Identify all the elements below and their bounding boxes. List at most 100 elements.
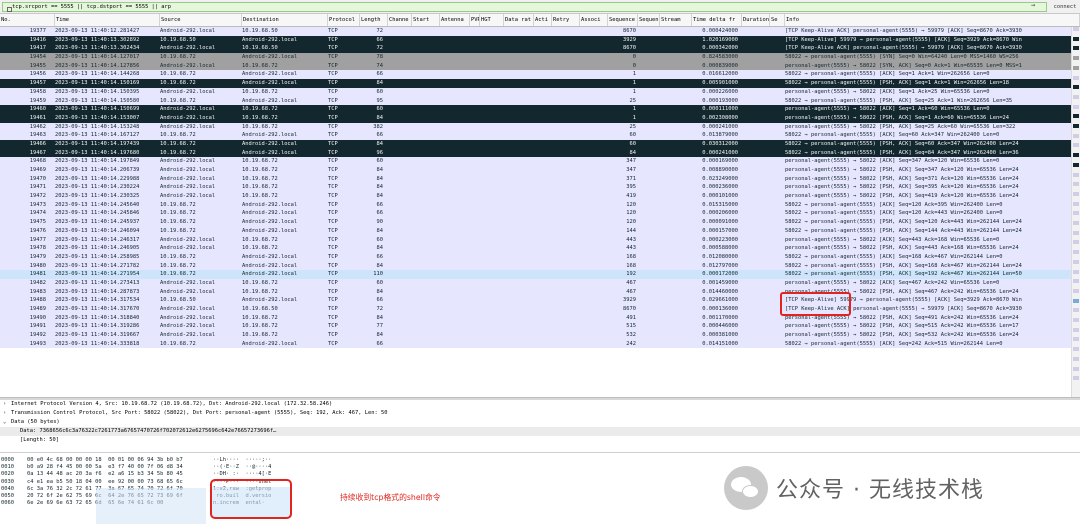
packet-time: 2023-09-13 11:40:14.167127 <box>55 132 140 139</box>
packet-list-scrollbar[interactable] <box>1071 27 1080 397</box>
packet-row[interactable]: 19475 2023-09-13 11:40:14.245937 10.19.68.… <box>0 218 1080 227</box>
column-header-17[interactable]: Stream <box>660 14 692 26</box>
packet-row[interactable]: 19467 2023-09-13 11:40:14.197680 10.19.68.… <box>0 148 1080 158</box>
packet-row[interactable]: 19480 2023-09-13 11:40:14.271782 10.19.68.… <box>0 261 1080 271</box>
scrollbar-mark <box>1073 347 1079 352</box>
column-header-13[interactable]: Retry <box>552 14 580 26</box>
packet-row[interactable]: 19471 2023-09-13 11:40:14.230224 Android-2… <box>0 183 1080 193</box>
packet-row[interactable]: 19460 2023-09-13 11:40:14.150699 Android-2… <box>0 105 1080 114</box>
packet-seq: 1 <box>632 71 636 78</box>
connect-button[interactable]: connect <box>1050 2 1080 12</box>
packet-row[interactable]: 19457 2023-09-13 11:40:14.150169 10.19.68.… <box>0 79 1080 88</box>
packet-no: 19468 <box>29 158 46 165</box>
packet-row[interactable]: 19459 2023-09-13 11:40:14.150580 10.19.68.… <box>0 96 1080 106</box>
packet-src: 10.19.68.72 <box>160 97 196 104</box>
column-header-1[interactable]: Time <box>55 14 160 26</box>
packet-row[interactable]: 19477 2023-09-13 11:40:14.246317 Android-2… <box>0 235 1080 245</box>
packet-row[interactable]: 19462 2023-09-13 11:40:14.153248 Android-2… <box>0 122 1080 132</box>
packet-row[interactable]: 19416 2023-09-13 11:40:13.302892 10.19.68.… <box>0 35 1080 45</box>
column-header-15[interactable]: Sequence <box>608 14 638 26</box>
column-header-9[interactable]: PVR <box>470 14 480 26</box>
packet-no: 19377 <box>29 28 46 34</box>
packet-len: 84 <box>376 262 384 269</box>
column-header-0[interactable]: No. <box>0 14 55 26</box>
packet-details-pane[interactable]: › Internet Protocol Version 4, Src: 10.19… <box>0 400 1080 448</box>
packet-row[interactable]: 19474 2023-09-13 11:40:14.245846 10.19.68.… <box>0 209 1080 219</box>
packet-row[interactable]: 19456 2023-09-13 11:40:14.144268 10.19.68.… <box>0 70 1080 80</box>
scrollbar-mark <box>1073 366 1079 371</box>
packet-row[interactable]: 19461 2023-09-13 11:40:14.153007 Android-2… <box>0 113 1080 123</box>
packet-row[interactable]: 19463 2023-09-13 11:40:14.167127 10.19.68.… <box>0 131 1080 140</box>
column-header-4[interactable]: Protocol <box>328 14 360 26</box>
packet-row[interactable]: 19377 2023-09-13 11:40:12.281427 Android-2… <box>0 27 1080 36</box>
detail-data-length[interactable]: [Length: 50] <box>0 436 1080 445</box>
packet-src: Android-292.local <box>160 158 216 165</box>
packet-row[interactable]: 19491 2023-09-13 11:40:14.319286 Android-2… <box>0 322 1080 332</box>
packet-len: 84 <box>376 332 384 339</box>
packet-len: 110 <box>373 271 383 278</box>
column-header-21[interactable]: Info <box>785 14 1080 26</box>
packet-row[interactable]: 19470 2023-09-13 11:40:14.229988 Android-2… <box>0 174 1080 184</box>
detail-ip[interactable]: › Internet Protocol Version 4, Src: 10.19… <box>0 400 1080 409</box>
packet-len: 66 <box>376 201 384 208</box>
packet-dst: Android-292.local <box>242 36 298 43</box>
packet-proto: TCP <box>328 271 338 278</box>
column-header-6[interactable]: Channe <box>388 14 412 26</box>
column-header-12[interactable]: Acti <box>534 14 552 26</box>
packet-delta: 0.001170000 <box>702 314 738 321</box>
packet-info: 58022 → personal-agent(5555) [PSH, ACK] … <box>785 219 1022 226</box>
bookmark-icon[interactable] <box>7 7 12 12</box>
packet-row[interactable]: 19482 2023-09-13 11:40:14.273413 Android-2… <box>0 278 1080 288</box>
packet-len: 90 <box>376 219 384 226</box>
column-header-16[interactable]: Sequence <box>638 14 660 26</box>
packet-row[interactable]: 19466 2023-09-13 11:40:14.197439 10.19.68.… <box>0 139 1080 149</box>
column-header-19[interactable]: Duration <box>742 14 770 26</box>
packet-row[interactable]: 19490 2023-09-13 11:40:14.318840 Android-2… <box>0 313 1080 323</box>
packet-row[interactable]: 19489 2023-09-13 11:40:14.317670 Android-2… <box>0 305 1080 314</box>
column-header-2[interactable]: Source <box>160 14 242 26</box>
column-header-5[interactable]: Length <box>360 14 388 26</box>
column-header-7[interactable]: Start <box>412 14 440 26</box>
packet-len: 66 <box>376 253 384 260</box>
expand-arrow-icon[interactable]: › <box>3 400 11 409</box>
packet-row[interactable]: 19483 2023-09-13 11:40:14.287873 Android-2… <box>0 287 1080 297</box>
column-header-3[interactable]: Destination <box>242 14 328 26</box>
packet-proto: TCP <box>328 193 338 200</box>
packet-row[interactable]: 19488 2023-09-13 11:40:14.317534 10.19.68.… <box>0 296 1080 305</box>
column-header-20[interactable]: Se <box>770 14 785 26</box>
column-header-14[interactable]: Associ <box>580 14 608 26</box>
packet-time: 2023-09-13 11:40:14.317534 <box>55 297 140 304</box>
packet-row[interactable]: 19454 2023-09-13 11:40:14.127017 10.19.68.… <box>0 53 1080 62</box>
filter-apply-arrow-icon[interactable]: → <box>1031 1 1035 10</box>
packet-row[interactable]: 19472 2023-09-13 11:40:14.230325 Android-2… <box>0 192 1080 201</box>
packet-row[interactable]: 19468 2023-09-13 11:40:14.197849 Android-2… <box>0 157 1080 166</box>
display-filter-input[interactable]: tcp.srcport == 5555 || tcp.dstport == 55… <box>2 2 1047 12</box>
packet-row[interactable]: 19455 2023-09-13 11:40:14.127856 Android-2… <box>0 61 1080 71</box>
scrollbar-mark <box>1073 230 1079 235</box>
detail-data[interactable]: ⌄ Data (50 bytes) <box>0 418 1080 427</box>
packet-dst: 10.19.68.72 <box>242 314 278 321</box>
collapse-arrow-icon[interactable]: ⌄ <box>3 418 11 427</box>
packet-list[interactable]: 19377 2023-09-13 11:40:12.281427 Android-2… <box>0 27 1080 349</box>
column-header-10[interactable]: HGT <box>480 14 504 26</box>
packet-row[interactable]: 19492 2023-09-13 11:40:14.319667 Android-2… <box>0 331 1080 340</box>
detail-data-value[interactable]: Data: 7368656c6c3a76322c7261773a67657470… <box>0 427 1080 436</box>
packet-row[interactable]: 19478 2023-09-13 11:40:14.246905 Android-2… <box>0 244 1080 253</box>
packet-row[interactable]: 19476 2023-09-13 11:40:14.246094 10.19.68.… <box>0 226 1080 236</box>
packet-row[interactable]: 19458 2023-09-13 11:40:14.150395 Android-2… <box>0 87 1080 97</box>
detail-tcp[interactable]: › Transmission Control Protocol, Src Port… <box>0 409 1080 418</box>
packet-no: 19460 <box>29 106 46 113</box>
scrollbar-mark <box>1073 259 1079 264</box>
scrollbar-mark <box>1073 221 1079 225</box>
packet-row[interactable]: 19469 2023-09-13 11:40:14.206739 Android-2… <box>0 166 1080 175</box>
packet-row[interactable]: 19481 2023-09-13 11:40:14.271954 10.19.68.… <box>0 270 1080 279</box>
packet-row[interactable]: 19473 2023-09-13 11:40:14.245640 10.19.68.… <box>0 200 1080 210</box>
column-header-8[interactable]: Antenna <box>440 14 470 26</box>
packet-delta: 0.030312000 <box>702 140 738 147</box>
packet-row[interactable]: 19479 2023-09-13 11:40:14.258985 10.19.68.… <box>0 252 1080 262</box>
packet-row[interactable]: 19493 2023-09-13 11:40:14.333818 10.19.68.… <box>0 339 1080 349</box>
packet-row[interactable]: 19417 2023-09-13 11:40:13.302434 Android-2… <box>0 44 1080 54</box>
column-header-18[interactable]: Time delta fr <box>692 14 742 26</box>
expand-arrow-icon[interactable]: › <box>3 409 11 418</box>
column-header-11[interactable]: Data rat <box>504 14 534 26</box>
